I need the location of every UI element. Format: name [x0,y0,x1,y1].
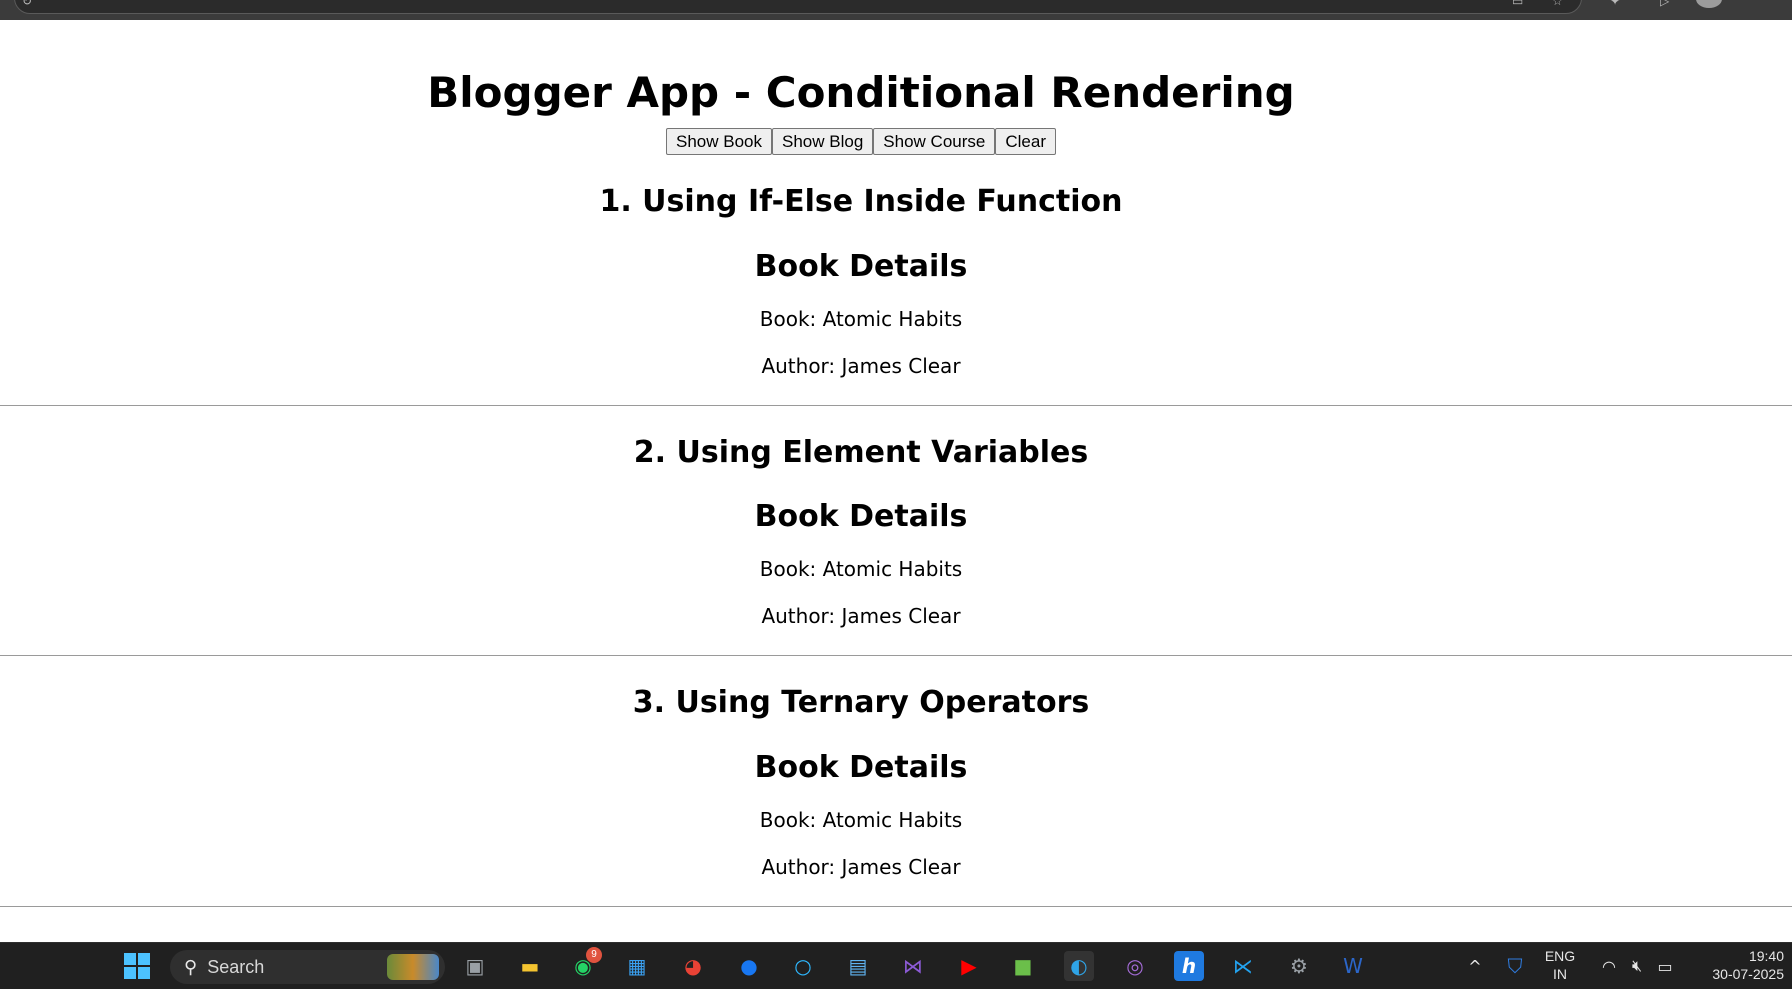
tab-icon[interactable]: ▭ [1512,0,1526,7]
show-book-button[interactable]: Show Book [666,128,773,155]
hostinger-icon[interactable]: h [1174,951,1204,981]
browser-toolbar: ↻ ▭ ☆ ✦ ▷ [0,0,1792,20]
firefox-icon[interactable]: ◎ [1120,951,1150,981]
clear-button[interactable]: Clear [995,128,1056,155]
page-title: Blogger App - Conditional Rendering [427,68,1295,117]
microsoft-store-icon[interactable]: ▦ [622,951,652,981]
time-text: 19:40 [1748,948,1784,964]
reload-icon[interactable]: ↻ [22,0,36,7]
windows-start-icon[interactable] [122,951,152,981]
media-icon[interactable]: ▷ [1660,0,1674,7]
section-heading: 2. Using Element Variables [633,435,1089,470]
taskbar: ⚲ Search ▣ ▬ ◉ 9 ▦ ◕ ● ○ ▤ ⋈ ▶ ■ ◐ ◎ h ⋉ … [0,942,1792,989]
wifi-icon[interactable]: ◠ [1594,951,1624,981]
chevron-up-icon[interactable]: ^ [1460,951,1490,981]
button-group: Show Book Show Blog Show Course Clear [0,128,1722,156]
author-text: Author: James Clear [761,855,961,879]
address-bar[interactable] [14,0,1582,14]
show-blog-button[interactable]: Show Blog [772,128,874,155]
task-view-icon[interactable]: ▣ [460,951,490,981]
battery-icon[interactable]: ▭ [1650,951,1680,981]
search-highlight-image [387,954,439,980]
cortana-icon[interactable]: ○ [788,951,818,981]
taskbar-search[interactable]: ⚲ Search [170,950,445,984]
search-icon: ⚲ [184,956,198,977]
word-icon[interactable]: W [1338,951,1368,981]
minecraft-icon[interactable]: ■ [1008,951,1038,981]
settings-icon[interactable]: ⚙ [1284,951,1314,981]
book-details-heading: Book Details [754,499,968,534]
mute-icon[interactable]: 🔇︎ [1622,951,1652,981]
author-text: Author: James Clear [761,604,961,628]
extensions-icon[interactable]: ✦ [1610,0,1624,7]
section-divider [0,405,1792,406]
book-title-text: Book: Atomic Habits [759,808,963,832]
page-content: Blogger App - Conditional Rendering Show… [0,20,1792,942]
notification-badge: 9 [586,947,602,963]
section-divider [0,655,1792,656]
defender-icon[interactable]: ⛉ [1500,951,1530,981]
profile-avatar[interactable] [1696,0,1722,8]
date-text: 30-07-2025 [1712,966,1784,982]
show-course-button[interactable]: Show Course [873,128,996,155]
clock[interactable]: 19:40 30-07-2025 [1688,947,1784,983]
section-heading: 1. Using If-Else Inside Function [599,184,1123,219]
vscode-icon[interactable]: ⋉ [1228,951,1258,981]
section-heading: 3. Using Ternary Operators [632,685,1090,720]
language-indicator[interactable]: ENG IN [1540,947,1580,983]
book-title-text: Book: Atomic Habits [759,557,963,581]
search-placeholder: Search [207,956,265,977]
whatsapp-icon[interactable]: ◉ 9 [568,947,602,981]
language-code: ENG [1544,948,1576,964]
youtube-icon[interactable]: ▶ [954,951,984,981]
bookmark-star-icon[interactable]: ☆ [1552,0,1566,7]
region-code: IN [1553,966,1567,982]
author-text: Author: James Clear [761,354,961,378]
edge-icon[interactable]: ◐ [1064,951,1094,981]
facebook-icon[interactable]: ● [734,951,764,981]
book-details-heading: Book Details [754,249,968,284]
visual-studio-icon[interactable]: ⋈ [898,951,928,981]
file-explorer-icon[interactable]: ▬ [515,951,545,981]
book-details-heading: Book Details [754,750,968,785]
section-divider [0,906,1792,907]
book-title-text: Book: Atomic Habits [759,307,963,331]
notepad-icon[interactable]: ▤ [843,951,873,981]
chrome-icon[interactable]: ◕ [678,951,708,981]
